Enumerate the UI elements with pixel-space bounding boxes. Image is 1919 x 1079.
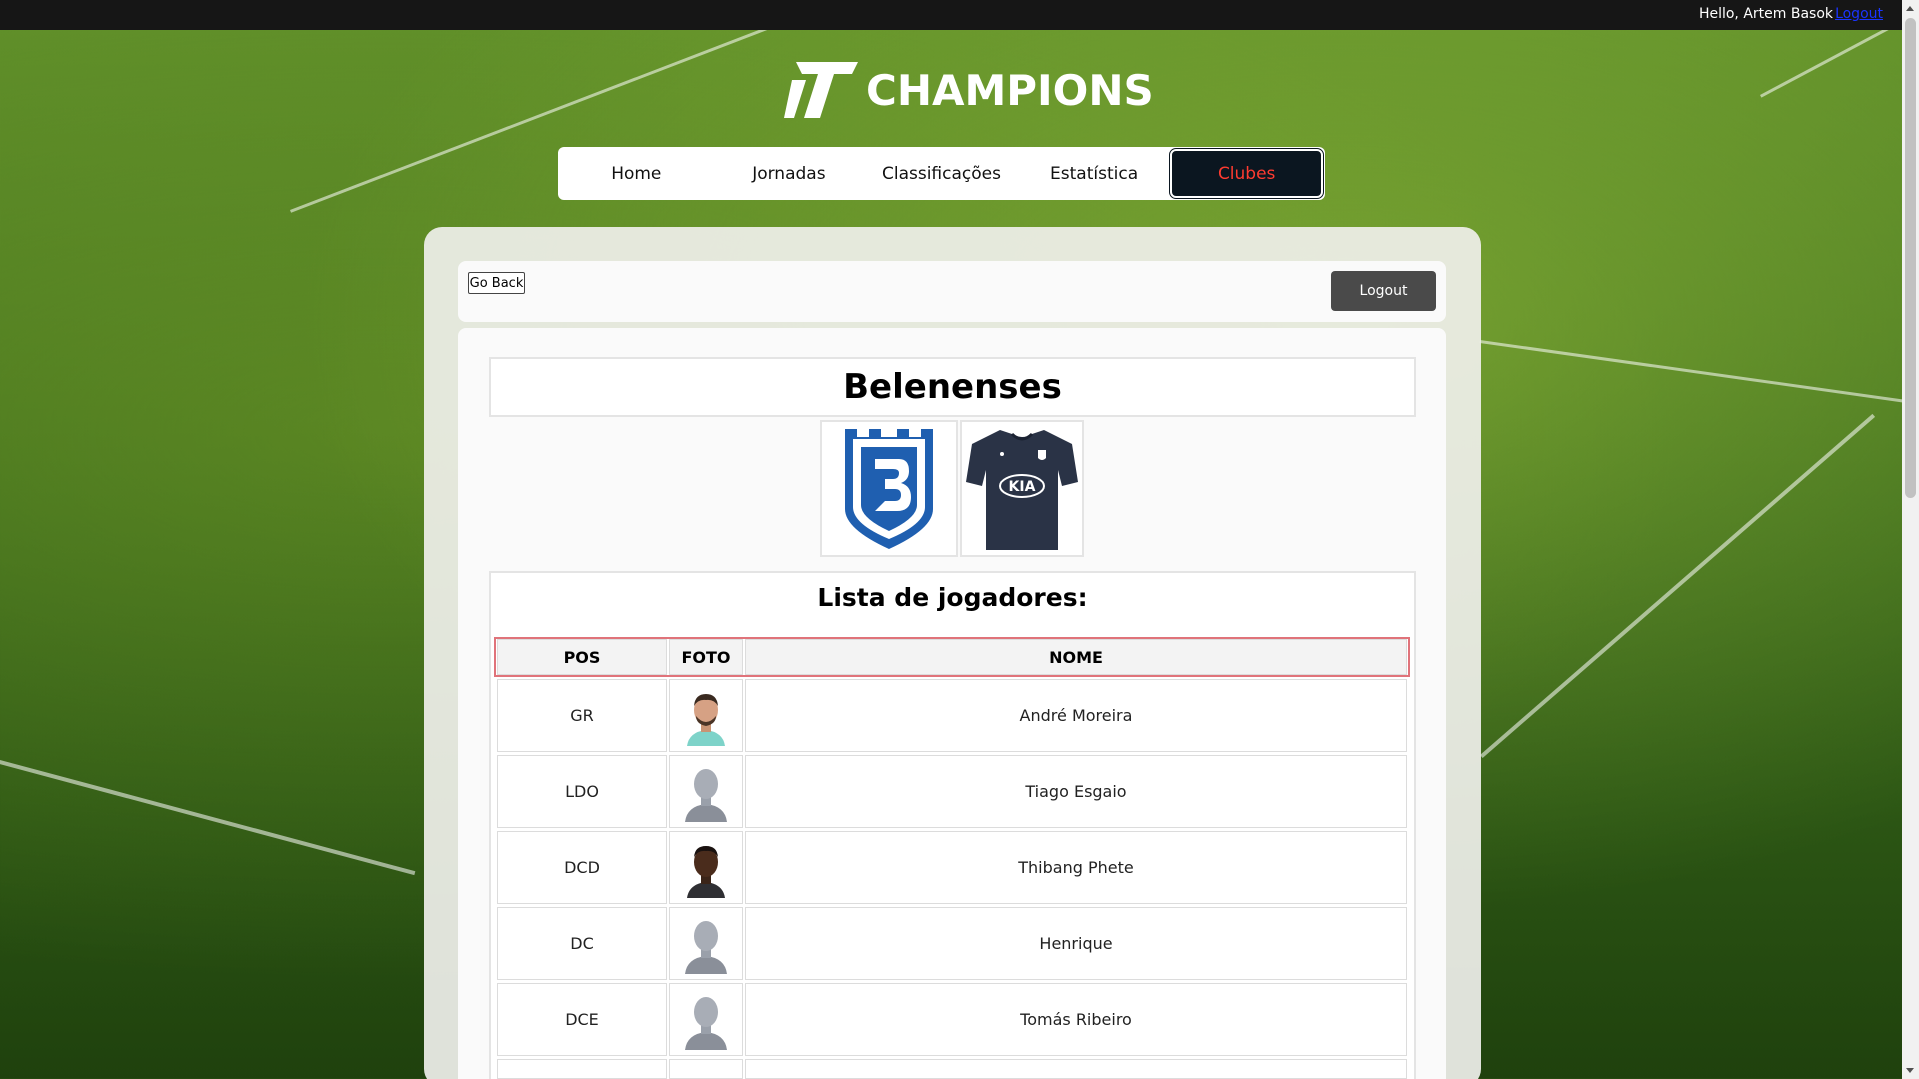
player-name: Tiago Esgaio xyxy=(745,755,1407,828)
player-photo-icon xyxy=(681,685,731,746)
logo-text: CHAMPIONS xyxy=(866,65,1154,115)
pitch-line xyxy=(1479,340,1906,403)
scroll-thumb[interactable] xyxy=(1905,18,1916,498)
player-list-title: Lista de jogadores: xyxy=(817,583,1088,612)
player-name: Tomás Ribeiro xyxy=(745,983,1407,1056)
nav-item-jornadas[interactable]: Jornadas xyxy=(713,149,866,198)
nav-item-clubes[interactable]: Clubes xyxy=(1169,148,1324,199)
club-name: Belenenses xyxy=(489,357,1416,417)
player-photo xyxy=(669,831,743,904)
player-name: Henrique xyxy=(745,907,1407,980)
player-photo xyxy=(669,1059,743,1079)
player-position xyxy=(497,1059,667,1079)
belenenses-crest-icon xyxy=(845,428,933,549)
nav-item-estatistica[interactable]: Estatística xyxy=(1018,149,1171,198)
nav-item-home[interactable]: Home xyxy=(560,149,713,198)
player-position: DCE xyxy=(497,983,667,1056)
page-scrollbar[interactable] xyxy=(1902,0,1919,1079)
player-photo-icon xyxy=(681,837,731,898)
logout-button[interactable]: Logout xyxy=(1331,271,1436,311)
player-position: GR xyxy=(497,679,667,752)
silhouette-icon xyxy=(681,989,731,1050)
player-photo xyxy=(669,983,743,1056)
user-greeting: Hello, Artem Basok xyxy=(1698,6,1833,22)
top-bar: Hello, Artem Basok Logout xyxy=(0,0,1919,30)
shirt-sponsor: KIA xyxy=(1009,479,1036,495)
nav-item-classificacoes[interactable]: Classificações xyxy=(865,149,1018,198)
scroll-down-icon[interactable] xyxy=(1906,1068,1914,1073)
main-nav: Home Jornadas Classificações Estatística… xyxy=(558,147,1325,200)
column-header-nome: NOME xyxy=(745,639,1407,675)
player-position: DC xyxy=(497,907,667,980)
silhouette-icon xyxy=(681,913,731,974)
player-name: André Moreira xyxy=(745,679,1407,752)
pitch-line xyxy=(1480,413,1876,759)
player-name: Thibang Phete xyxy=(745,831,1407,904)
scroll-up-icon[interactable] xyxy=(1906,6,1914,11)
toolbar xyxy=(458,261,1446,322)
player-photo xyxy=(669,679,743,752)
club-shirt-icon: KIA xyxy=(966,429,1078,550)
club-shirt: KIA xyxy=(960,420,1084,557)
player-photo xyxy=(669,755,743,828)
champions-logo[interactable]: CHAMPIONS xyxy=(782,58,1154,122)
column-header-foto: FOTO xyxy=(669,639,743,675)
player-photo xyxy=(669,907,743,980)
header-logout-link[interactable]: Logout xyxy=(1835,6,1883,22)
logo-mark-icon xyxy=(784,62,858,118)
player-name xyxy=(745,1059,1407,1079)
player-position: DCD xyxy=(497,831,667,904)
pitch-line xyxy=(0,760,416,876)
silhouette-icon xyxy=(681,761,731,822)
go-back-button[interactable]: Go Back xyxy=(468,272,525,294)
player-position: LDO xyxy=(497,755,667,828)
column-header-pos: POS xyxy=(497,639,667,675)
club-crest xyxy=(820,420,958,557)
